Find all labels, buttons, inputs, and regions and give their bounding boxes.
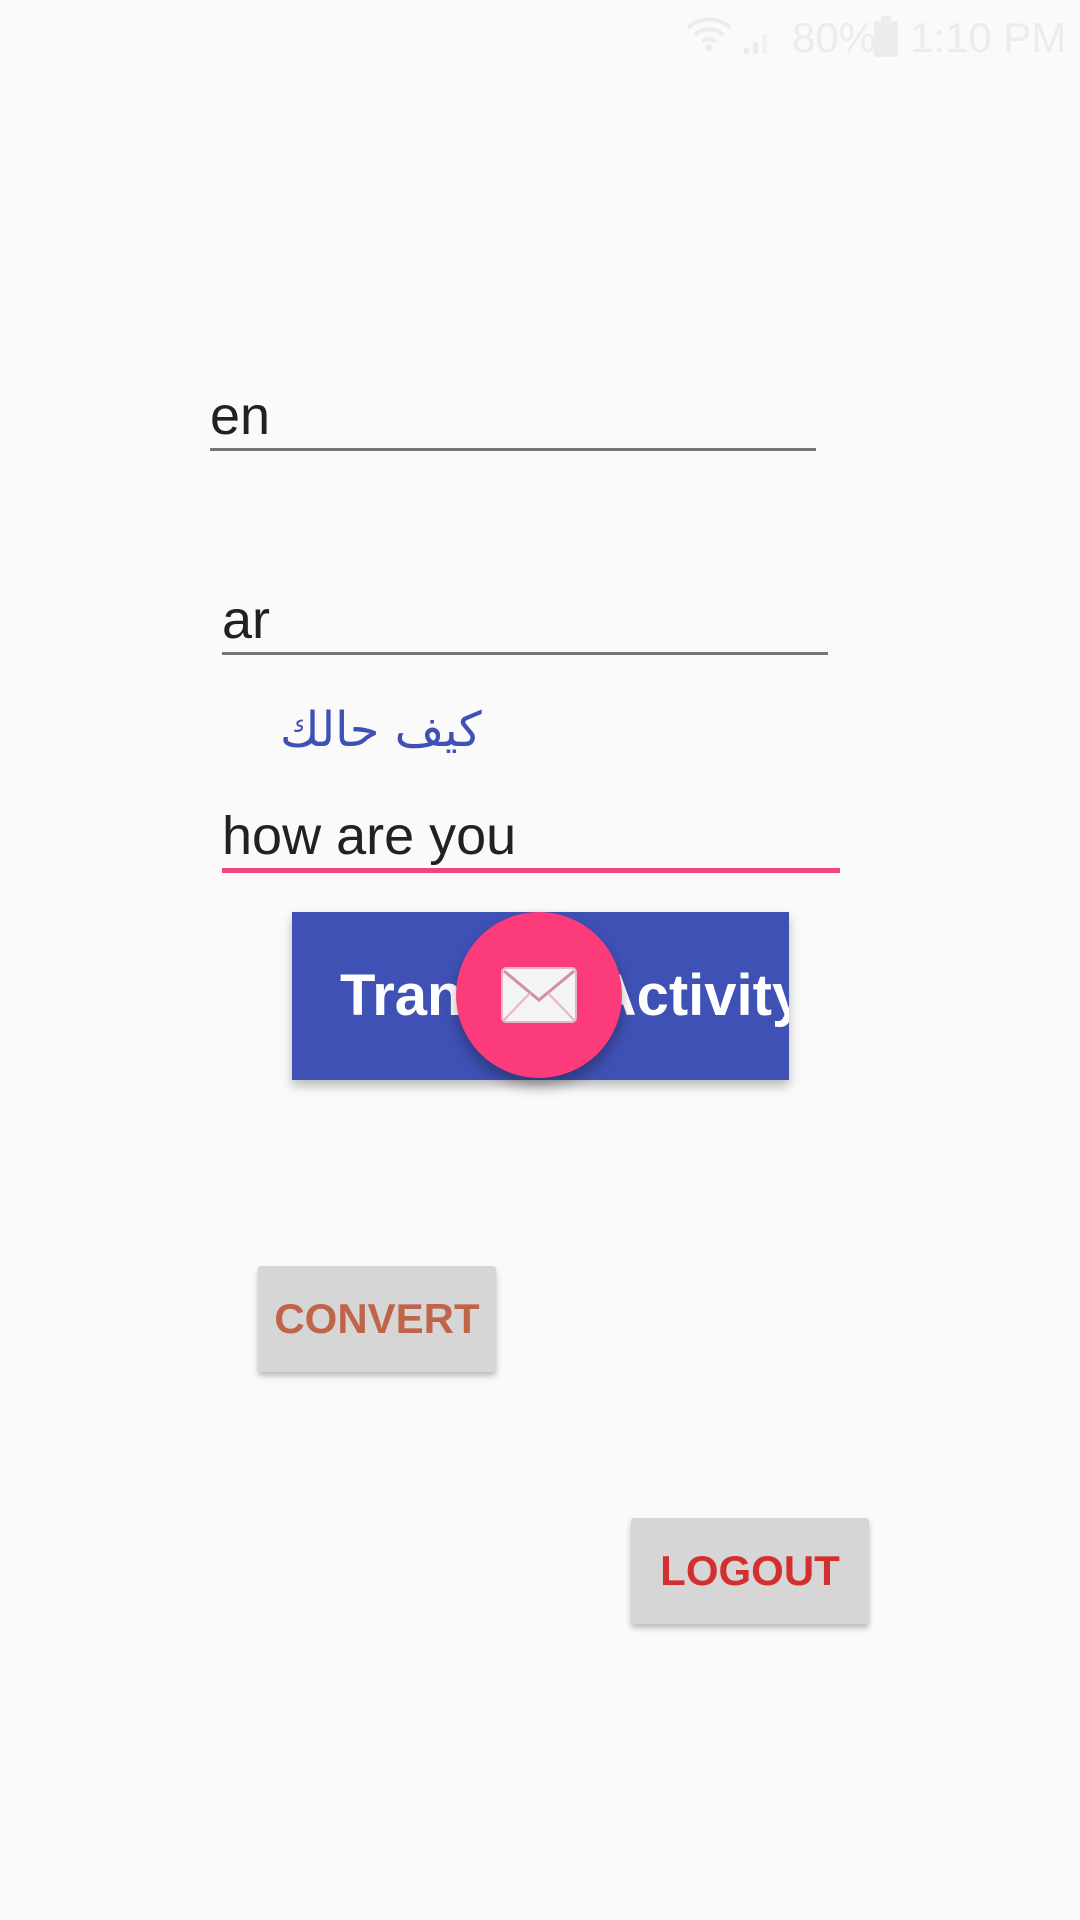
mail-fab-button[interactable] (456, 912, 622, 1078)
battery-percent: 80% (792, 14, 877, 61)
target-language-field[interactable]: ar (222, 588, 828, 655)
battery-icon (874, 16, 898, 57)
wifi-icon (686, 17, 732, 52)
source-language-field[interactable]: en (210, 384, 816, 451)
input-text-field[interactable]: how are you (222, 804, 840, 873)
status-clock: 1:10 PM (910, 14, 1067, 61)
translated-text: كيف حالك (280, 702, 482, 758)
logout-button[interactable]: LOGOUT (631, 1518, 869, 1624)
mail-icon (501, 967, 577, 1023)
signal-icon (744, 34, 767, 54)
status-bar: 80% 1:10 PM (0, 0, 1080, 75)
convert-button[interactable]: CONVERT (258, 1266, 496, 1372)
